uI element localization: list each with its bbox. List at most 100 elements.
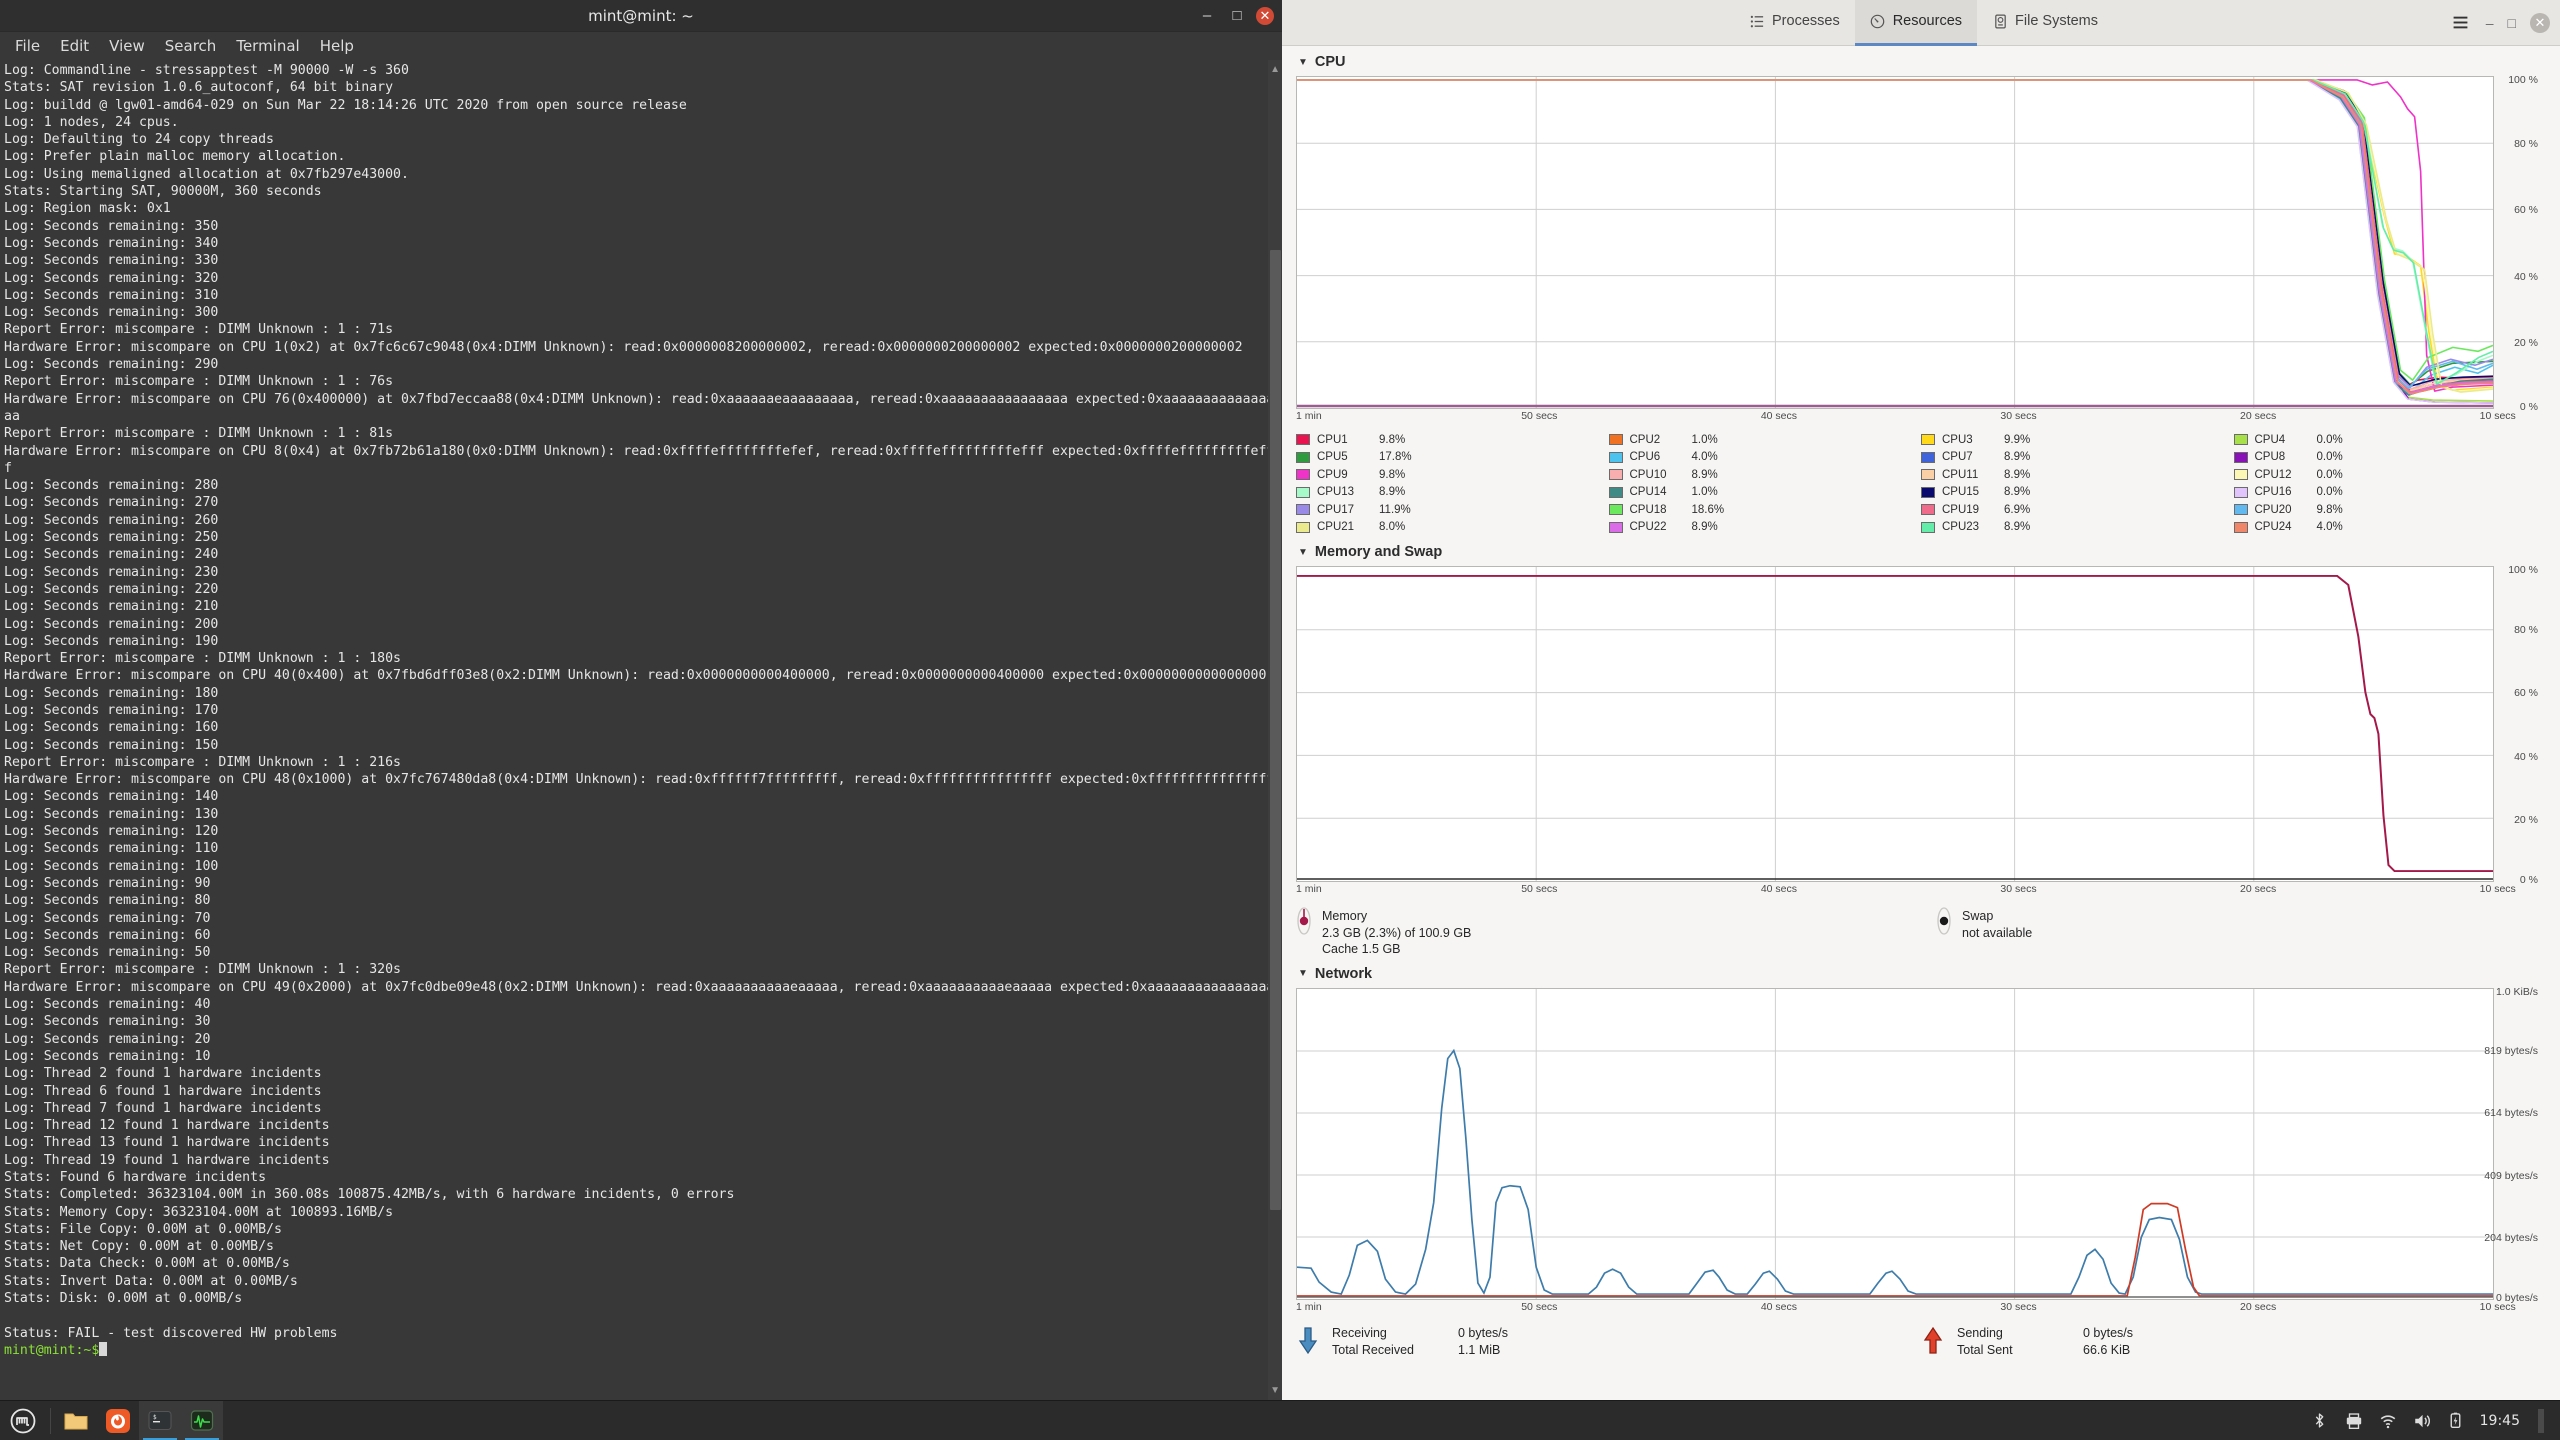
legend-item[interactable]: CPU14 1.0% (1608, 484, 1922, 502)
system-monitor-window[interactable]: Processes Resources File Systems – □ ✕ ▼… (1282, 0, 2560, 1400)
legend-item[interactable]: CPU13 8.9% (1296, 484, 1609, 502)
terminal-scrollbar[interactable]: ▲ ▼ (1268, 60, 1282, 1400)
chevron-down-icon[interactable]: ▼ (1298, 57, 1308, 68)
sending-value: 0 bytes/s (2083, 1325, 2134, 1340)
close-button[interactable]: ✕ (1256, 6, 1274, 25)
terminal-scrollbar-thumb[interactable] (1270, 250, 1281, 1210)
memory-swap-footer: Memory 2.3 GB (2.3%) of 100.9 GB Cache 1… (1296, 907, 2546, 958)
taskbar-item-firefox[interactable] (97, 1401, 139, 1440)
legend-item[interactable]: CPU6 4.0% (1608, 449, 1922, 467)
net-xtick-20: 20 secs (2240, 1300, 2277, 1313)
menu-file[interactable]: File (6, 34, 49, 58)
cpu4-label: CPU4 (2254, 433, 2286, 446)
legend-item[interactable]: CPU4 0.0% (2233, 431, 2547, 449)
mint-menu-button[interactable] (0, 1401, 46, 1440)
tab-resources[interactable]: Resources (1854, 0, 1978, 46)
cpu10-value: 8.9% (1691, 468, 1718, 481)
cpu-x-axis: 1 min 50 secs 40 secs 30 secs 20 secs 10… (1296, 409, 2516, 425)
taskbar-item-files[interactable] (55, 1401, 97, 1440)
mem-ytick-40: 40 % (2514, 750, 2538, 763)
battery-icon[interactable] (2446, 1411, 2466, 1431)
volume-icon[interactable] (2412, 1411, 2432, 1431)
menu-edit[interactable]: Edit (51, 34, 98, 58)
cpu22-value: 8.9% (1691, 521, 1718, 534)
scroll-down-icon[interactable]: ▼ (1270, 1385, 1280, 1396)
cpu13-value: 8.9% (1379, 486, 1406, 499)
legend-item[interactable]: CPU17 11.9% (1296, 501, 1609, 519)
cpu20-color-swatch (2233, 504, 2248, 516)
cpu19-value: 6.9% (2004, 503, 2031, 516)
hamburger-icon[interactable] (2450, 12, 2472, 34)
memory-graph[interactable]: 100 % 80 % 60 % 40 % 20 % 0 % (1296, 564, 2538, 886)
legend-item[interactable]: CPU2 1.0% (1608, 431, 1922, 449)
legend-item[interactable]: CPU23 8.9% (1921, 519, 2234, 537)
tab-file-systems[interactable]: File Systems (1977, 0, 2113, 46)
wifi-icon[interactable] (2378, 1411, 2398, 1431)
cpu20-value: 9.8% (2316, 503, 2343, 516)
menu-help[interactable]: Help (311, 34, 363, 58)
sysmon-minimize-button[interactable]: – (2486, 15, 2494, 31)
terminal-output-area[interactable]: Log: Commandline - stressapptest -M 9000… (0, 60, 1282, 1400)
legend-item[interactable]: CPU9 9.8% (1296, 466, 1609, 484)
chevron-down-icon[interactable]: ▼ (1298, 547, 1308, 558)
tab-processes[interactable]: Processes (1734, 0, 1855, 46)
swap-stat: Swap not available (1936, 907, 2032, 941)
net-xtick-30: 30 secs (2000, 1300, 2037, 1313)
legend-item[interactable]: CPU1 9.8% (1296, 431, 1609, 449)
legend-item[interactable]: CPU21 8.0% (1296, 519, 1609, 537)
legend-item[interactable]: CPU15 8.9% (1921, 484, 2234, 502)
tab-file-systems-label: File Systems (2015, 13, 2099, 29)
maximize-button[interactable]: □ (1226, 5, 1248, 27)
scroll-up-icon[interactable]: ▲ (1270, 64, 1280, 75)
terminal-title: mint@mint: ~ (588, 6, 694, 25)
network-section-header[interactable]: ▼ Network (1296, 958, 2546, 988)
printer-icon[interactable] (2344, 1411, 2364, 1431)
legend-item[interactable]: CPU11 8.9% (1921, 466, 2234, 484)
cpu14-color-swatch (1608, 486, 1623, 498)
terminal-window[interactable]: mint@mint: ~ – □ ✕ File Edit View Search… (0, 0, 1282, 1400)
menu-view[interactable]: View (100, 34, 154, 58)
cpu-section-header[interactable]: ▼ CPU (1296, 46, 2546, 76)
cpu5-value: 17.8% (1379, 451, 1412, 464)
network-x-axis: 1 min 50 secs 40 secs 30 secs 20 secs 10… (1296, 1300, 2516, 1316)
chevron-down-icon[interactable]: ▼ (1298, 968, 1308, 979)
cpu-graph[interactable]: 100 % 80 % 60 % 40 % 20 % 0 % (1296, 74, 2538, 413)
cpu23-label: CPU23 (1942, 521, 1980, 534)
memory-section-header[interactable]: ▼ Memory and Swap (1296, 536, 2546, 566)
legend-item[interactable]: CPU10 8.9% (1608, 466, 1922, 484)
menu-terminal[interactable]: Terminal (227, 34, 308, 58)
terminal-titlebar[interactable]: mint@mint: ~ – □ ✕ (0, 0, 1282, 32)
legend-item[interactable]: CPU19 6.9% (1921, 501, 2234, 519)
taskbar-item-terminal[interactable]: $ (139, 1400, 181, 1440)
cpu13-color-swatch (1296, 486, 1310, 498)
network-graph-wrap: 1.0 KiB/s 819 bytes/s 614 bytes/s 409 by… (1296, 986, 2538, 1316)
mem-xtick-10: 10 secs (2479, 883, 2516, 895)
legend-item[interactable]: CPU16 0.0% (2233, 484, 2547, 502)
legend-item[interactable]: CPU5 17.8% (1296, 449, 1609, 467)
legend-item[interactable]: CPU12 0.0% (2233, 466, 2547, 484)
legend-item[interactable]: CPU7 8.9% (1921, 449, 2234, 467)
terminal-window-controls: – □ ✕ (1196, 5, 1274, 27)
cpu23-color-swatch (1921, 521, 1935, 533)
sysmon-close-button[interactable]: ✕ (2530, 12, 2550, 33)
network-graph[interactable]: 1.0 KiB/s 819 bytes/s 614 bytes/s 409 by… (1296, 986, 2538, 1304)
legend-item[interactable]: CPU8 0.0% (2233, 449, 2547, 467)
memory-stat: Memory 2.3 GB (2.3%) of 100.9 GB Cache 1… (1296, 907, 1936, 958)
legend-item[interactable]: CPU3 9.9% (1921, 431, 2234, 449)
clock[interactable]: 19:45 (2480, 1413, 2520, 1429)
cpu-section-title: CPU (1314, 54, 1346, 70)
menu-search[interactable]: Search (156, 34, 226, 58)
swap-indicator-icon (1936, 907, 1952, 935)
taskbar-resize-handle[interactable] (2538, 1408, 2544, 1433)
legend-item[interactable]: CPU20 9.8% (2233, 501, 2547, 519)
terminal-cursor (99, 1341, 108, 1356)
sysmon-maximize-button[interactable]: □ (2508, 15, 2516, 31)
taskbar-item-system-monitor[interactable] (181, 1400, 223, 1440)
bluetooth-icon[interactable] (2310, 1411, 2330, 1431)
cpu10-label: CPU10 (1629, 468, 1667, 481)
legend-item[interactable]: CPU22 8.9% (1608, 519, 1922, 537)
minimize-button[interactable]: – (1196, 5, 1218, 27)
net-xtick-40: 40 secs (1760, 1300, 1797, 1313)
legend-item[interactable]: CPU18 18.6% (1608, 501, 1922, 519)
legend-item[interactable]: CPU24 4.0% (2233, 519, 2547, 537)
